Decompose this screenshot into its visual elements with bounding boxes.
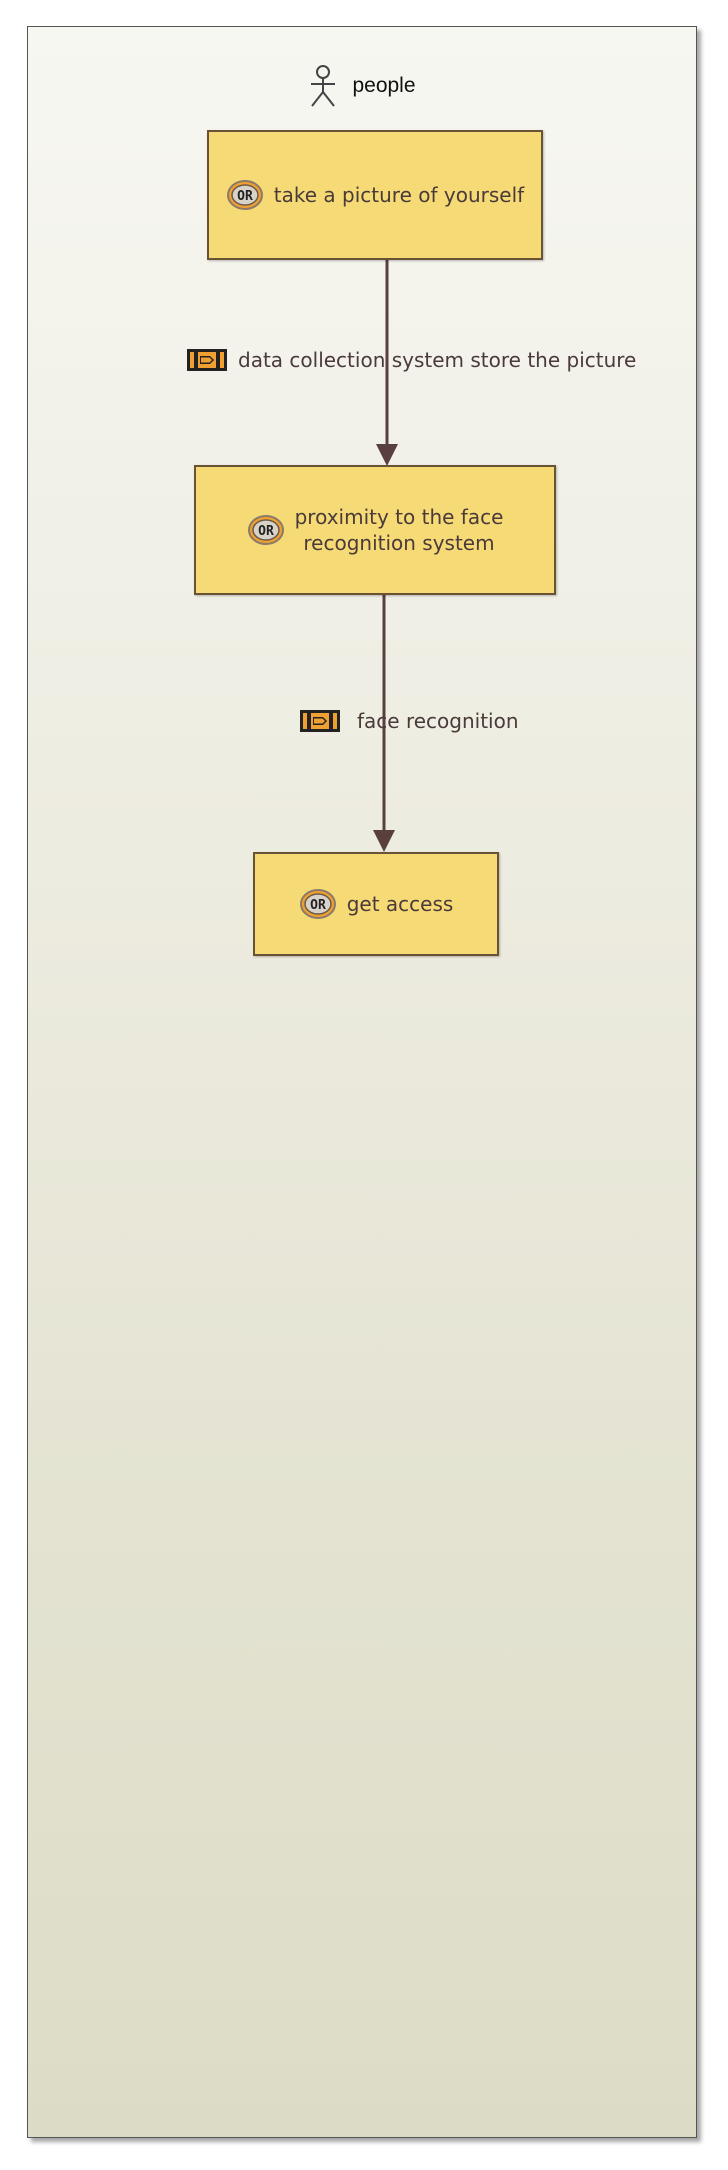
flag-icon xyxy=(186,347,228,373)
activity-label-line2: recognition system xyxy=(303,531,495,555)
or-icon xyxy=(226,179,264,211)
arrowhead xyxy=(373,830,395,852)
activity-take-picture[interactable]: take a picture of yourself xyxy=(207,130,543,260)
edge-label-face-recognition[interactable]: face recognition xyxy=(299,708,519,734)
activity-label-line1: proximity to the face xyxy=(294,505,504,529)
edge-label-store-picture[interactable]: data collection system store the picture xyxy=(186,347,636,373)
or-icon xyxy=(299,888,337,920)
arrowhead xyxy=(376,444,398,466)
or-icon xyxy=(247,514,285,546)
edge-label-text: face recognition xyxy=(357,709,519,733)
activity-label: take a picture of yourself xyxy=(273,183,525,207)
edge-layer xyxy=(373,260,398,852)
flag-icon xyxy=(299,708,341,734)
activity-label: proximity to the face recognition system xyxy=(295,504,504,556)
activity-proximity[interactable]: proximity to the face recognition system xyxy=(194,465,556,595)
edge-label-text: data collection system store the picture xyxy=(238,348,637,372)
activity-get-access[interactable]: get access xyxy=(253,852,499,956)
activity-label: get access xyxy=(346,892,454,916)
